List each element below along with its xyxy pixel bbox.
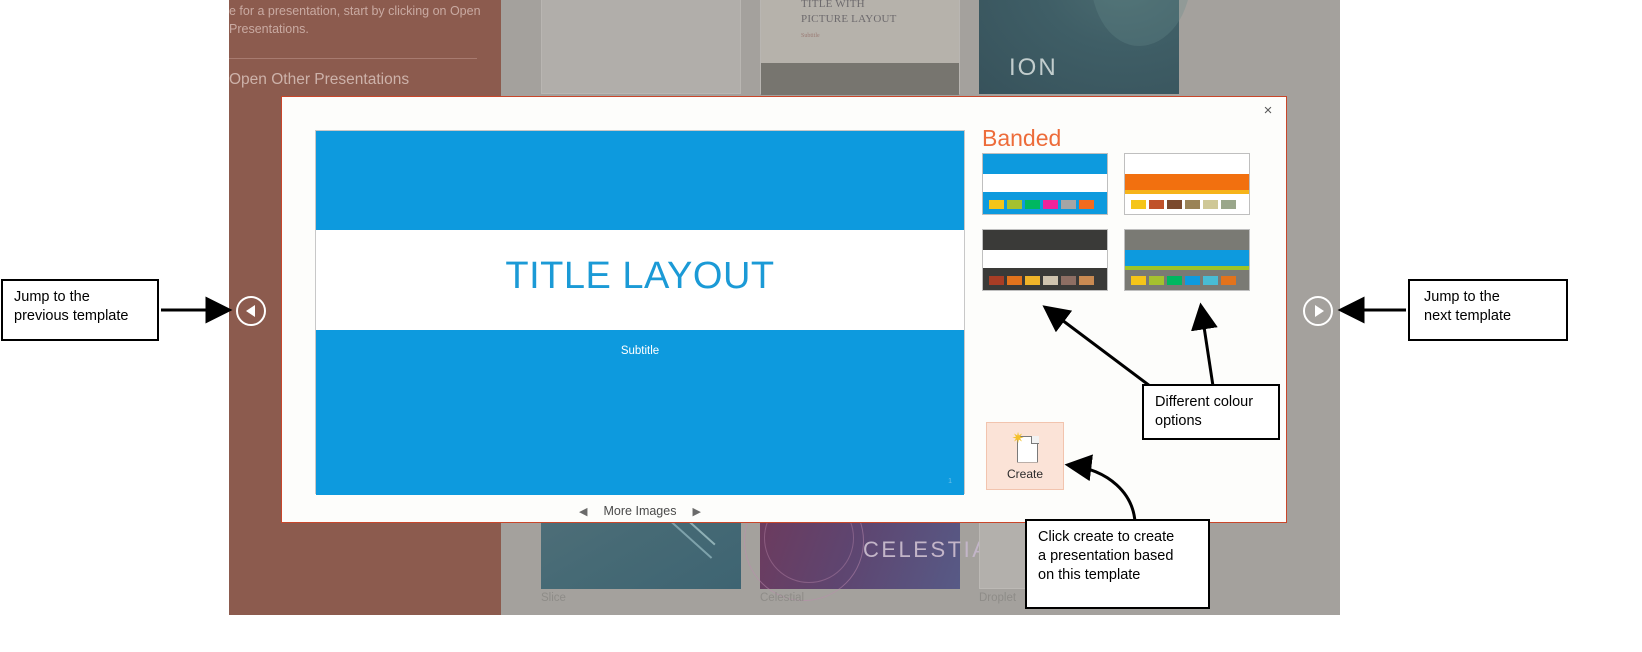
colour-chip <box>1079 200 1094 209</box>
variant-band-top <box>1125 154 1249 174</box>
template-thumb-slice[interactable] <box>541 502 741 589</box>
variant-band-top <box>983 230 1107 250</box>
start-screen-intro-text: e for a presentation, start by clicking … <box>229 4 481 36</box>
variant-colour-chips <box>989 276 1094 285</box>
triangle-right-icon <box>1314 305 1324 317</box>
variant-colour-chips <box>1131 276 1236 285</box>
thumb-footer-band <box>761 63 959 95</box>
callout-colour-options: Different colour options <box>1142 384 1280 440</box>
previous-template-button[interactable] <box>236 296 266 326</box>
colour-chip <box>1007 200 1022 209</box>
colour-chip <box>1043 200 1058 209</box>
template-thumb-ion[interactable]: ION <box>979 0 1191 94</box>
create-button[interactable]: ✷ Create <box>986 422 1064 490</box>
more-images-label: More Images <box>603 504 677 518</box>
variant-accent-line <box>1125 190 1249 194</box>
thumb-title: TITLE WITH PICTURE LAYOUT <box>801 0 897 25</box>
colour-chip <box>1185 276 1200 285</box>
colour-chip <box>1167 276 1182 285</box>
slide-subtitle: Subtitle <box>620 345 660 357</box>
colour-variant-banded-orange[interactable] <box>1124 153 1250 215</box>
variant-band-top <box>1125 230 1249 250</box>
colour-chip <box>1131 276 1146 285</box>
colour-chip <box>1149 276 1164 285</box>
callout-create-note: Click create to create a presentation bas… <box>1025 519 1210 609</box>
close-icon[interactable]: × <box>1257 101 1279 121</box>
triangle-left-icon <box>245 305 255 317</box>
colour-chip <box>1149 200 1164 209</box>
colour-chip <box>1025 200 1040 209</box>
callout-next-template: Jump to the next template <box>1408 279 1568 341</box>
colour-chip <box>1203 200 1218 209</box>
template-preview-dialog: × TITLE LAYOUT Subtitle 1 ◀ More Images … <box>281 96 1287 523</box>
starburst-icon: ✷ <box>1011 429 1025 447</box>
callout-previous-template: Jump to the previous template <box>1 279 159 341</box>
variant-accent-line <box>1125 266 1249 270</box>
template-label-slice: Slice <box>541 592 566 604</box>
colour-chip <box>1007 276 1022 285</box>
next-template-button[interactable] <box>1303 296 1333 326</box>
slide-title: TITLE LAYOUT <box>505 255 775 297</box>
template-thumb-title-with-picture[interactable]: TITLE WITH PICTURE LAYOUT Subtitle <box>760 0 960 95</box>
more-images-nav: ◀ More Images ▶ <box>315 500 965 522</box>
ion-label: ION <box>1009 54 1058 81</box>
colour-chip <box>1061 200 1076 209</box>
template-name-heading: Banded <box>982 125 1062 151</box>
thumb-subtitle: Subtitle <box>801 33 820 39</box>
slide-preview: TITLE LAYOUT Subtitle 1 <box>315 130 965 495</box>
slide-page-number: 1 <box>948 478 952 485</box>
variant-colour-chips <box>989 200 1094 209</box>
open-other-presentations-link[interactable]: Open Other Presentations <box>229 71 479 89</box>
colour-chip <box>989 276 1004 285</box>
colour-variant-banded-blue[interactable] <box>982 153 1108 215</box>
template-label-celestial: Celestial <box>760 592 805 604</box>
template-thumb-celestial[interactable]: CELESTIAL <box>744 481 1002 601</box>
colour-chip <box>1167 200 1182 209</box>
template-label-droplet: Droplet <box>979 592 1017 604</box>
start-screen-divider <box>229 58 477 59</box>
colour-chip <box>1061 276 1076 285</box>
variant-band-mid <box>983 250 1107 268</box>
variant-band-top <box>983 154 1107 174</box>
colour-chip <box>1185 200 1200 209</box>
colour-variant-banded-dark[interactable] <box>982 229 1108 291</box>
colour-chip <box>1203 276 1218 285</box>
colour-chip <box>1221 200 1236 209</box>
variant-band-mid <box>983 174 1107 192</box>
new-document-icon: ✷ <box>1011 429 1039 464</box>
screenshot-root: e for a presentation, start by clicking … <box>0 0 1642 652</box>
colour-chip <box>1025 276 1040 285</box>
colour-chip <box>989 200 1004 209</box>
colour-chip <box>1079 276 1094 285</box>
slide-band-top <box>316 131 964 230</box>
colour-variant-banded-grey-blue[interactable] <box>1124 229 1250 291</box>
create-button-label: Create <box>1006 466 1044 481</box>
ion-blob-shape <box>1091 0 1191 46</box>
variant-colour-chips <box>1131 200 1236 209</box>
more-images-prev-icon[interactable]: ◀ <box>579 505 587 518</box>
more-images-next-icon[interactable]: ▶ <box>692 505 700 518</box>
colour-chip <box>1043 276 1058 285</box>
colour-chip <box>1131 200 1146 209</box>
colour-chip <box>1221 276 1236 285</box>
template-thumb-blank[interactable] <box>541 0 741 94</box>
